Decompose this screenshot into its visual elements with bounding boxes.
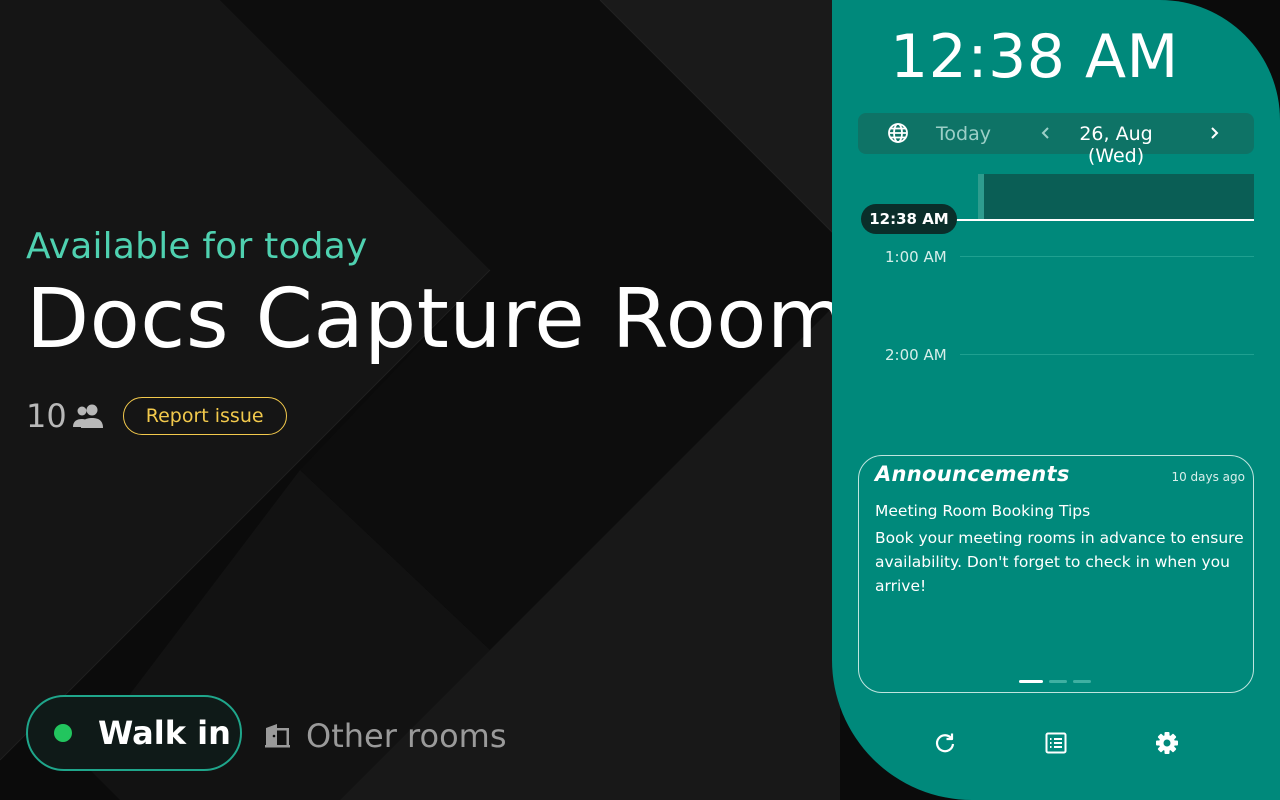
booking-block[interactable] xyxy=(978,174,1254,220)
door-icon xyxy=(264,722,292,750)
refresh-icon[interactable] xyxy=(932,730,958,756)
current-date: 26, Aug (Wed) xyxy=(1079,123,1153,167)
current-time-indicator: 12:38 AM xyxy=(861,204,957,234)
schedule-panel: 12:38 AM Today 26, Aug (Wed) 12:38 AM 1:… xyxy=(832,0,1280,800)
capacity-row: 10 Report issue xyxy=(26,396,287,436)
hour-line xyxy=(960,256,1254,257)
other-rooms-label: Other rooms xyxy=(306,717,507,755)
booking-stripe xyxy=(978,174,984,220)
announcement-heading: Meeting Room Booking Tips xyxy=(875,502,1091,520)
hour-label: 2:00 AM xyxy=(885,346,947,364)
other-rooms-button[interactable]: Other rooms xyxy=(264,714,506,758)
people-icon xyxy=(71,402,105,430)
clock: 12:38 AM xyxy=(890,22,1179,92)
announcements-title: Announcements xyxy=(875,462,1070,486)
current-time-line xyxy=(952,219,1254,221)
pagination-dots xyxy=(1019,680,1091,683)
capacity-count: 10 xyxy=(26,397,67,435)
pagination-dot[interactable] xyxy=(1019,680,1043,683)
announcement-time: 10 days ago xyxy=(1171,470,1245,484)
globe-icon[interactable] xyxy=(887,122,909,144)
pagination-dot[interactable] xyxy=(1049,680,1067,683)
announcements-card[interactable]: Announcements 10 days ago Meeting Room B… xyxy=(858,455,1254,693)
room-name: Docs Capture Room xyxy=(26,272,848,367)
date-navigation: Today 26, Aug (Wed) xyxy=(858,113,1254,167)
day-timeline: 12:38 AM 1:00 AM 2:00 AM xyxy=(832,168,1280,438)
announcement-body: Book your meeting rooms in advance to en… xyxy=(875,529,1244,595)
availability-status: Available for today xyxy=(26,226,368,267)
today-button[interactable]: Today xyxy=(936,123,991,145)
report-issue-button[interactable]: Report issue xyxy=(122,397,287,435)
settings-icon[interactable] xyxy=(1154,730,1180,756)
status-dot xyxy=(54,724,72,742)
list-icon[interactable] xyxy=(1043,730,1069,756)
walk-in-button[interactable]: Walk in xyxy=(26,695,242,771)
pagination-dot[interactable] xyxy=(1073,680,1091,683)
hour-line xyxy=(960,354,1254,355)
hour-label: 1:00 AM xyxy=(885,248,947,266)
panel-footer xyxy=(832,730,1280,756)
walk-in-label: Walk in xyxy=(98,714,231,752)
chevron-right-icon[interactable] xyxy=(1204,123,1224,143)
